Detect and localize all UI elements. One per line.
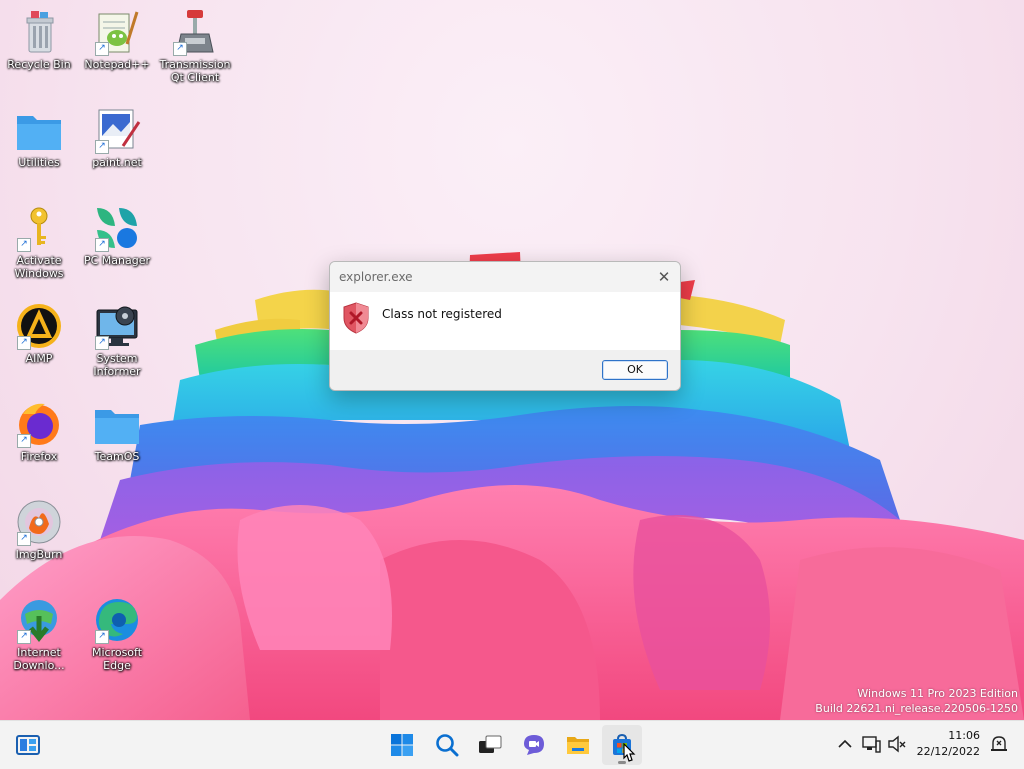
dialog-footer: OK xyxy=(330,350,680,390)
close-icon[interactable]: ✕ xyxy=(648,262,680,292)
desktop-icon-imgburn[interactable]: ↗ ImgBurn xyxy=(0,498,78,561)
shortcut-arrow-icon: ↗ xyxy=(17,336,31,350)
desktop-icon-label: System Informer xyxy=(93,352,141,378)
shortcut-arrow-icon: ↗ xyxy=(17,630,31,644)
network-icon xyxy=(862,736,881,753)
task-view-button[interactable] xyxy=(470,725,510,765)
taskbar: 11:06 22/12/2022 xyxy=(0,720,1024,769)
volume-muted-icon xyxy=(888,735,906,753)
chat-icon xyxy=(524,735,544,755)
shortcut-arrow-icon: ↗ xyxy=(173,42,187,56)
notifications-button[interactable] xyxy=(988,733,1010,755)
search-icon xyxy=(436,734,459,757)
desktop-icon-internet-download-manager[interactable]: ↗ Internet Downlo... xyxy=(0,596,78,672)
start-button[interactable] xyxy=(382,725,422,765)
dialog-title: explorer.exe xyxy=(339,270,413,284)
desktop-icon-label: Transmission Qt Client xyxy=(159,58,231,84)
desktop-icon-label: PC Manager xyxy=(83,254,151,267)
shortcut-arrow-icon: ↗ xyxy=(95,238,109,252)
desktop-icon-paint-net[interactable]: ↗ paint.net xyxy=(78,106,156,169)
chevron-up-icon xyxy=(838,739,852,748)
file-explorer-icon xyxy=(567,737,589,754)
chat-button[interactable] xyxy=(514,725,554,765)
desktop-icon-transmission[interactable]: ↗ Transmission Qt Client xyxy=(156,8,234,84)
shortcut-arrow-icon: ↗ xyxy=(17,532,31,546)
dialog-titlebar[interactable]: explorer.exe ✕ xyxy=(330,262,680,292)
desktop-icon-label: Internet Downlo... xyxy=(13,646,65,672)
watermark-build: Build 22621.ni_release.220506-1250 xyxy=(815,702,1018,715)
desktop-icon-label: paint.net xyxy=(92,156,142,169)
desktop-icon-firefox[interactable]: ↗ Firefox xyxy=(0,400,78,463)
shortcut-arrow-icon: ↗ xyxy=(95,140,109,154)
shortcut-arrow-icon: ↗ xyxy=(95,336,109,350)
desktop-icon-label: AIMP xyxy=(25,352,53,365)
system-clock[interactable]: 11:06 22/12/2022 xyxy=(917,728,980,760)
folder-icon xyxy=(17,116,61,150)
desktop-icon-system-informer[interactable]: ↗ System Informer xyxy=(78,302,156,378)
desktop-icon-notepad-plus-plus[interactable]: ↗ Notepad++ xyxy=(78,8,156,71)
task-view-icon xyxy=(479,735,502,753)
widgets-button[interactable] xyxy=(8,725,48,765)
shortcut-arrow-icon: ↗ xyxy=(95,630,109,644)
ok-button[interactable]: OK xyxy=(602,360,668,380)
desktop-icon-pc-manager[interactable]: ↗ PC Manager xyxy=(78,204,156,267)
error-dialog: explorer.exe ✕ Class not registered OK xyxy=(329,261,681,391)
notification-icon xyxy=(991,736,1007,751)
volume-button[interactable] xyxy=(886,733,908,755)
clock-time: 11:06 xyxy=(948,729,980,742)
search-button[interactable] xyxy=(427,725,467,765)
folder-icon xyxy=(95,410,139,444)
network-button[interactable] xyxy=(860,733,882,755)
shortcut-arrow-icon: ↗ xyxy=(17,238,31,252)
desktop-icon-teamos[interactable]: TeamOS xyxy=(78,400,156,463)
desktop-icon-label: Recycle Bin xyxy=(7,58,71,71)
recycle-bin-icon xyxy=(26,11,54,53)
show-hidden-icons-button[interactable] xyxy=(834,733,856,755)
error-shield-icon xyxy=(343,302,369,334)
desktop-icon-label: Activate Windows xyxy=(14,254,64,280)
desktop-icon-label: Firefox xyxy=(20,450,58,463)
desktop-icon-label: Notepad++ xyxy=(84,58,150,71)
dialog-content: Class not registered xyxy=(330,292,680,350)
desktop-icon-activate-windows[interactable]: ↗ Activate Windows xyxy=(0,204,78,280)
desktop-icon-microsoft-edge[interactable]: ↗ Microsoft Edge xyxy=(78,596,156,672)
mouse-cursor-icon xyxy=(623,743,636,762)
desktop-icon-label: Utilities xyxy=(18,156,60,169)
widgets-icon xyxy=(16,735,40,755)
shortcut-arrow-icon: ↗ xyxy=(17,434,31,448)
file-explorer-button[interactable] xyxy=(558,725,598,765)
desktop-icon-aimp[interactable]: ↗ AIMP xyxy=(0,302,78,365)
clock-date: 22/12/2022 xyxy=(916,745,980,758)
watermark-edition: Windows 11 Pro 2023 Edition xyxy=(857,687,1018,700)
windows-watermark: Windows 11 Pro 2023 Edition Build 22621.… xyxy=(815,686,1018,716)
desktop-icon-utilities[interactable]: Utilities xyxy=(0,106,78,169)
shortcut-arrow-icon: ↗ xyxy=(95,42,109,56)
start-icon xyxy=(391,734,413,756)
dialog-message: Class not registered xyxy=(382,307,502,321)
desktop-icon-label: TeamOS xyxy=(94,450,140,463)
desktop-icon-label: ImgBurn xyxy=(15,548,63,561)
desktop-icon-recycle-bin[interactable]: Recycle Bin xyxy=(0,8,78,71)
desktop-icon-label: Microsoft Edge xyxy=(91,646,143,672)
